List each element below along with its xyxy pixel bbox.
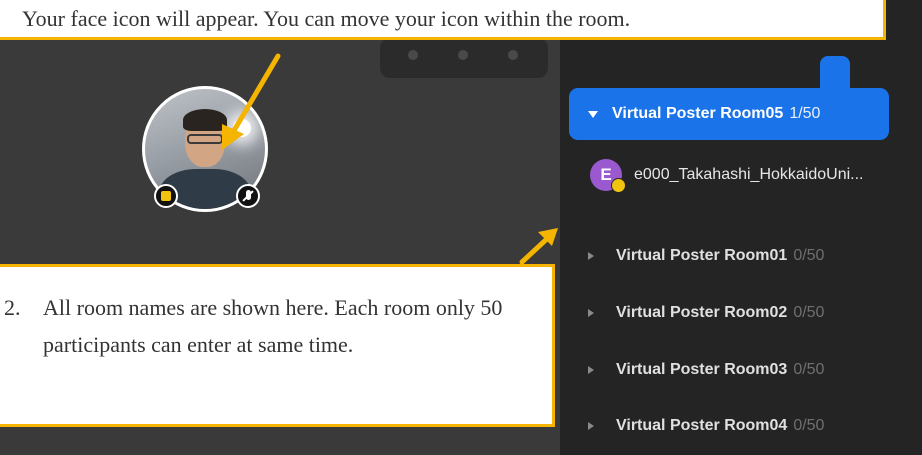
room-name: Virtual Poster Room05 — [612, 105, 784, 122]
room-name: Virtual Poster Room01 — [616, 247, 788, 264]
toolbar-control-icon[interactable] — [458, 50, 468, 60]
avatar-initial: E — [600, 165, 612, 184]
face-glasses — [187, 134, 223, 144]
room-list-sidebar — [560, 0, 922, 455]
room-count: 0/50 — [793, 247, 825, 264]
chevron-right-icon — [588, 422, 594, 430]
room-name: Virtual Poster Room03 — [616, 361, 788, 378]
chevron-right-icon — [588, 309, 594, 317]
face-hair — [183, 109, 227, 131]
room-name: Virtual Poster Room02 — [616, 304, 788, 321]
room-item[interactable]: Virtual Poster Room02 0/50 — [588, 298, 824, 328]
room-count: 0/50 — [793, 361, 825, 378]
toolbar-control-icon[interactable] — [408, 50, 418, 60]
chevron-right-icon — [588, 366, 594, 374]
ceiling-light — [233, 119, 251, 137]
room-count: 0/50 — [793, 417, 825, 434]
callout-face-icon: Your face icon will appear. You can move… — [0, 0, 886, 40]
room-item[interactable]: Virtual Poster Room03 0/50 — [588, 355, 824, 385]
mic-off-icon[interactable] — [236, 184, 260, 208]
room-item[interactable]: Virtual Poster Room01 0/50 — [588, 241, 824, 271]
stage-toolbar — [380, 38, 548, 78]
chevron-down-icon — [588, 110, 598, 118]
room-member[interactable]: E e000_Takahashi_HokkaidoUni... — [590, 158, 890, 193]
member-name: e000_Takahashi_HokkaidoUni... — [634, 166, 864, 183]
room-count: 0/50 — [793, 304, 825, 321]
chevron-right-icon — [588, 252, 594, 260]
room-count: 1/50 — [789, 105, 821, 122]
host-badge-icon — [611, 178, 626, 193]
callout-text: All room names are shown here. Each room… — [43, 295, 503, 357]
room-item-active[interactable]: Virtual Poster Room05 1/50 — [569, 88, 889, 140]
avatar: E — [590, 159, 626, 193]
toolbar-control-icon[interactable] — [508, 50, 518, 60]
room-item[interactable]: Virtual Poster Room04 0/50 — [588, 411, 824, 441]
room-name: Virtual Poster Room04 — [616, 417, 788, 434]
callout-text: Your face icon will appear. You can move… — [22, 5, 631, 31]
callout-number: 2. — [4, 295, 21, 320]
host-badge-icon — [154, 184, 178, 208]
callout-room-list: 2. All room names are shown here. Each r… — [0, 264, 555, 427]
